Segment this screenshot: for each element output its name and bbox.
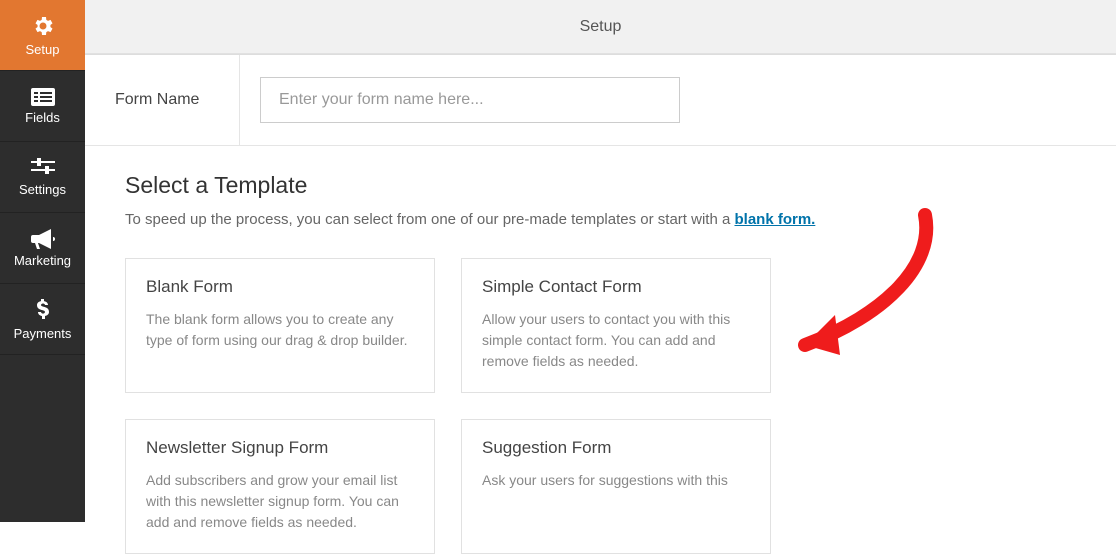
bullhorn-icon bbox=[31, 229, 55, 249]
sidebar-item-fields[interactable]: Fields bbox=[0, 71, 85, 142]
sidebar-item-label: Setup bbox=[26, 42, 60, 57]
main: Form Name Select a Template To speed up … bbox=[85, 54, 1116, 522]
form-name-label: Form Name bbox=[85, 55, 240, 145]
dollar-icon bbox=[35, 298, 51, 322]
content: Select a Template To speed up the proces… bbox=[85, 146, 1116, 554]
template-card-desc: Add subscribers and grow your email list… bbox=[146, 470, 414, 533]
template-card-desc: Ask your users for suggestions with this bbox=[482, 470, 750, 491]
template-card-desc: The blank form allows you to create any … bbox=[146, 309, 414, 351]
gear-icon bbox=[31, 14, 55, 38]
template-card-newsletter-signup-form[interactable]: Newsletter Signup Form Add subscribers a… bbox=[125, 419, 435, 554]
template-card-title: Simple Contact Form bbox=[482, 277, 750, 297]
sidebar-item-label: Marketing bbox=[14, 253, 71, 268]
sidebar-item-settings[interactable]: Settings bbox=[0, 142, 85, 213]
template-card-simple-contact-form[interactable]: Simple Contact Form Allow your users to … bbox=[461, 258, 771, 393]
sidebar-item-label: Payments bbox=[14, 326, 72, 341]
template-section-subtitle: To speed up the process, you can select … bbox=[125, 211, 1076, 228]
sliders-icon bbox=[31, 158, 55, 178]
sidebar-item-label: Fields bbox=[25, 110, 60, 125]
template-card-title: Newsletter Signup Form bbox=[146, 438, 414, 458]
sidebar-item-marketing[interactable]: Marketing bbox=[0, 213, 85, 284]
form-name-input-wrap bbox=[240, 55, 700, 145]
form-name-row: Form Name bbox=[85, 55, 1116, 146]
form-name-input[interactable] bbox=[260, 77, 680, 123]
template-card-suggestion-form[interactable]: Suggestion Form Ask your users for sugge… bbox=[461, 419, 771, 554]
topbar: Setup bbox=[85, 0, 1116, 54]
template-card-title: Blank Form bbox=[146, 277, 414, 297]
sidebar-item-label: Settings bbox=[19, 182, 66, 197]
sidebar-item-payments[interactable]: Payments bbox=[0, 284, 85, 355]
page-title: Setup bbox=[580, 18, 622, 36]
template-card-title: Suggestion Form bbox=[482, 438, 750, 458]
sidebar-item-setup[interactable]: Setup bbox=[0, 0, 85, 71]
template-subtitle-text: To speed up the process, you can select … bbox=[125, 211, 734, 228]
template-section-title: Select a Template bbox=[125, 172, 1076, 199]
template-grid: Blank Form The blank form allows you to … bbox=[125, 258, 1076, 554]
list-icon bbox=[31, 88, 55, 106]
blank-form-link[interactable]: blank form. bbox=[734, 211, 815, 228]
template-card-blank-form[interactable]: Blank Form The blank form allows you to … bbox=[125, 258, 435, 393]
template-card-desc: Allow your users to contact you with thi… bbox=[482, 309, 750, 372]
sidebar: Setup Fields Settings Marketing Payments bbox=[0, 0, 85, 522]
